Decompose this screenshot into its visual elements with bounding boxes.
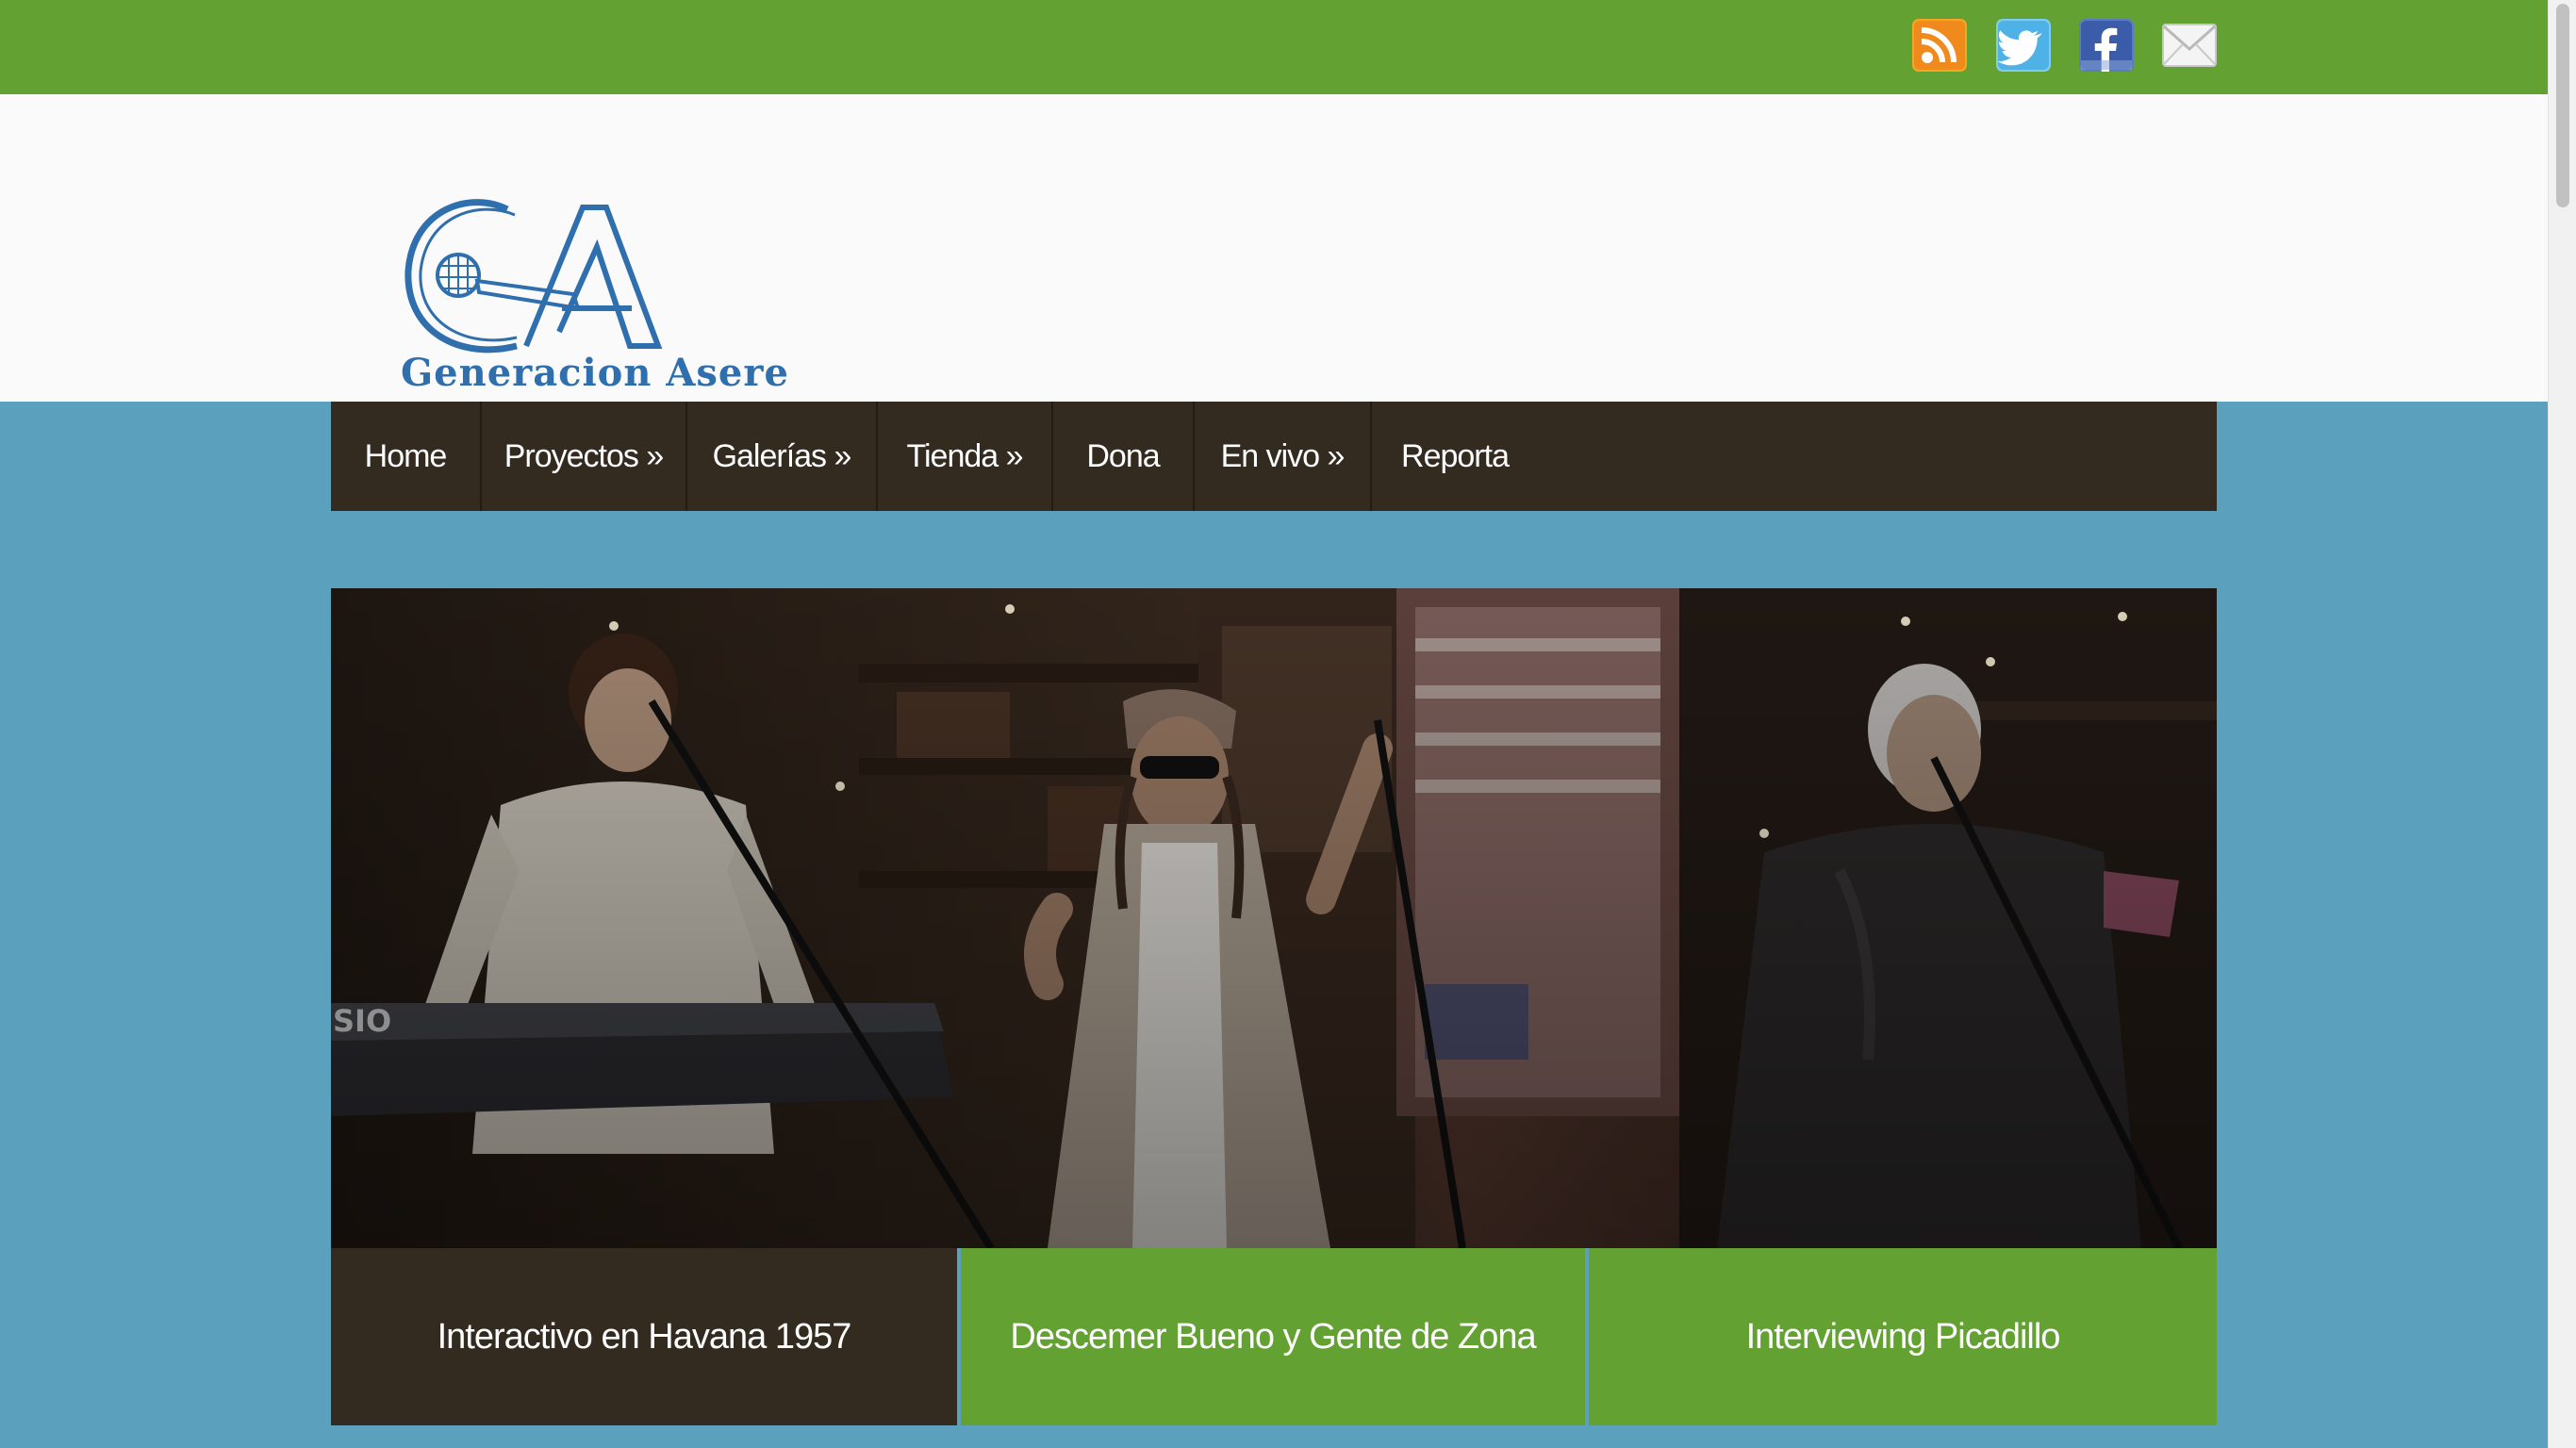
nav-dona[interactable]: Dona [1053, 402, 1195, 511]
nav-tienda[interactable]: Tienda » [878, 402, 1053, 511]
nav-home[interactable]: Home [331, 402, 482, 511]
top-bar [0, 0, 2548, 94]
main-nav: Home Proyectos » Galerías » Tienda » Don… [331, 402, 2217, 511]
nav-proyectos[interactable]: Proyectos » [482, 402, 687, 511]
nav-en-vivo[interactable]: En vivo » [1195, 402, 1372, 511]
twitter-icon[interactable] [1996, 19, 2051, 72]
slide-tab-1[interactable]: Interactivo en Havana 1957 [331, 1248, 957, 1425]
page-scrollbar[interactable] [2548, 0, 2576, 1448]
nav-reporta[interactable]: Reporta [1372, 402, 1538, 511]
email-icon[interactable] [2162, 19, 2217, 72]
logo-text: Generacion Asere [401, 351, 789, 395]
rss-icon[interactable] [1912, 19, 1967, 72]
slider-tabs: Interactivo en Havana 1957 Descemer Buen… [331, 1248, 2217, 1425]
nav-galerias[interactable]: Galerías » [687, 402, 878, 511]
facebook-icon[interactable] [2079, 19, 2134, 72]
featured-slider-image[interactable]: SIO [331, 588, 2217, 1248]
site-header [0, 94, 2548, 402]
scrollbar-thumb[interactable] [2556, 4, 2569, 207]
slide-tab-3[interactable]: Interviewing Picadillo [1589, 1248, 2217, 1425]
slide-tab-2[interactable]: Descemer Bueno y Gente de Zona [961, 1248, 1585, 1425]
